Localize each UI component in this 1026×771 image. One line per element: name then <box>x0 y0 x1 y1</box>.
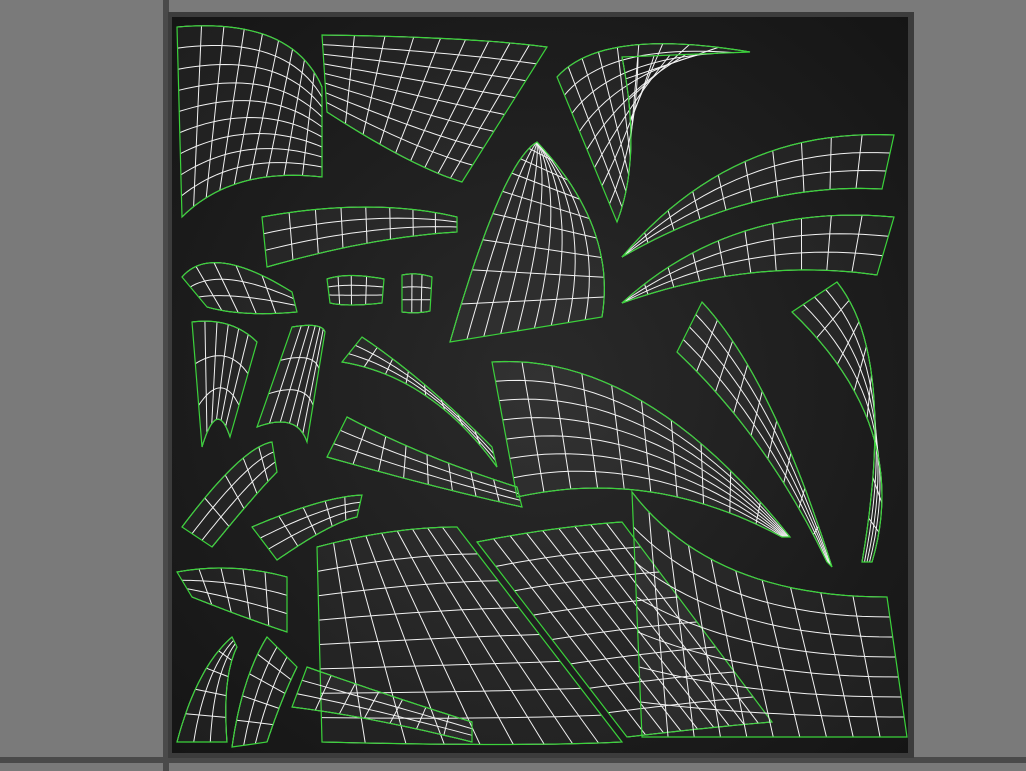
uv-island-fill <box>177 25 322 217</box>
uv-island-fill <box>402 273 432 313</box>
uv-island-11[interactable] <box>191 320 258 448</box>
uv-island-fill <box>450 142 605 342</box>
uv-island-16[interactable] <box>676 300 833 568</box>
uv-island-08[interactable] <box>181 261 298 315</box>
uv-island-01[interactable] <box>176 25 323 219</box>
uv-island-07[interactable] <box>261 206 458 268</box>
uv-island-24[interactable] <box>176 636 238 743</box>
uv-island-02[interactable] <box>321 34 549 183</box>
uv-island-fill <box>177 568 287 632</box>
uv-tile-canvas[interactable] <box>172 17 908 753</box>
uv-island-fill <box>182 262 297 314</box>
uv-island-10[interactable] <box>401 273 433 314</box>
uv-island-04[interactable] <box>449 141 606 343</box>
uv-edge <box>389 207 391 240</box>
uv-island-fill <box>257 325 325 442</box>
uv-island-09[interactable] <box>326 274 385 306</box>
uv-island-25[interactable] <box>231 636 298 748</box>
uv-island-12[interactable] <box>256 324 326 445</box>
uv-editor-viewport[interactable] <box>0 0 1026 771</box>
uv-island-fill <box>232 637 297 747</box>
uv-islands-layer[interactable] <box>172 17 908 753</box>
uv-island-fill <box>327 275 384 305</box>
uv-island-fill <box>177 637 237 742</box>
uv-island-20[interactable] <box>176 567 288 633</box>
